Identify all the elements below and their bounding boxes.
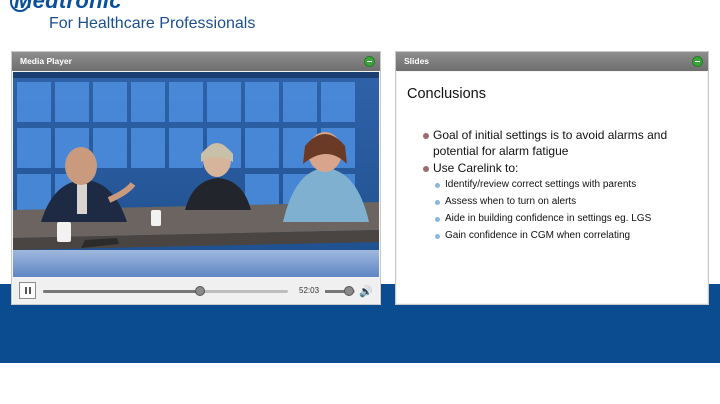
sub-bullet-text: Identify/review correct settings with pa…: [445, 178, 637, 190]
speaker-icon[interactable]: 🔊: [359, 285, 373, 298]
green-minimize-icon[interactable]: [364, 56, 375, 67]
brand-logo[interactable]: Medtronic: [14, 0, 122, 14]
sub-bullet-item: Gain confidence in CGM when correlating: [433, 230, 703, 242]
bullet-text: Use Carelink to:: [433, 161, 519, 175]
media-player-header: Media Player: [12, 52, 380, 71]
slide-canvas: Conclusions Goal of initial settings is …: [397, 72, 707, 303]
seek-progress: [43, 290, 200, 293]
sub-bullets: Identify/review correct settings with pa…: [433, 179, 703, 242]
sub-bullet-item: Identify/review correct settings with pa…: [433, 179, 703, 191]
slides-title: Slides: [404, 56, 430, 66]
sub-bullet-dot-icon: [435, 182, 440, 188]
volume-handle[interactable]: [344, 286, 354, 296]
slides-panel: Slides Conclusions Goal of initial setti…: [395, 51, 709, 305]
sub-bullet-item: Aide in building confidence in settings …: [433, 213, 703, 225]
slide-title: Conclusions: [407, 86, 486, 102]
site-tagline: For Healthcare Professionals: [49, 15, 256, 32]
bullet-dot-icon: [423, 133, 429, 139]
pause-icon[interactable]: [19, 282, 36, 299]
sub-bullet-text: Assess when to turn on alerts: [445, 195, 577, 207]
slides-header: Slides: [396, 52, 708, 71]
sub-bullet-item: Assess when to turn on alerts: [433, 196, 703, 208]
green-minimize-icon[interactable]: [692, 56, 703, 67]
volume-slider[interactable]: [325, 286, 355, 296]
sub-bullet-dot-icon: [435, 199, 440, 205]
playback-time: 52:03: [299, 286, 320, 295]
video-frame[interactable]: [13, 72, 379, 277]
bullet-item: Use Carelink to: Identify/review correct…: [423, 161, 703, 242]
bottom-band: [0, 363, 720, 404]
sub-bullet-text: Aide in building confidence in settings …: [445, 212, 652, 224]
bullet-text: Goal of initial settings is to avoid ala…: [433, 128, 668, 158]
sub-bullet-dot-icon: [435, 216, 440, 222]
seek-bar[interactable]: [43, 286, 288, 296]
player-controls: 52:03 🔊: [13, 278, 379, 304]
media-player-panel: Media Player 52:03 🔊: [11, 51, 381, 305]
site-header: Medtronic For Healthcare Professionals: [0, 0, 720, 48]
video-scene: [13, 72, 379, 277]
sub-bullet-text: Gain confidence in CGM when correlating: [445, 229, 631, 241]
seek-handle[interactable]: [194, 286, 205, 296]
slide-bullets: Goal of initial settings is to avoid ala…: [423, 128, 703, 247]
media-player-title: Media Player: [20, 56, 72, 66]
bullet-item: Goal of initial settings is to avoid ala…: [423, 128, 703, 159]
bullet-dot-icon: [423, 166, 429, 172]
sub-bullet-dot-icon: [435, 233, 440, 239]
